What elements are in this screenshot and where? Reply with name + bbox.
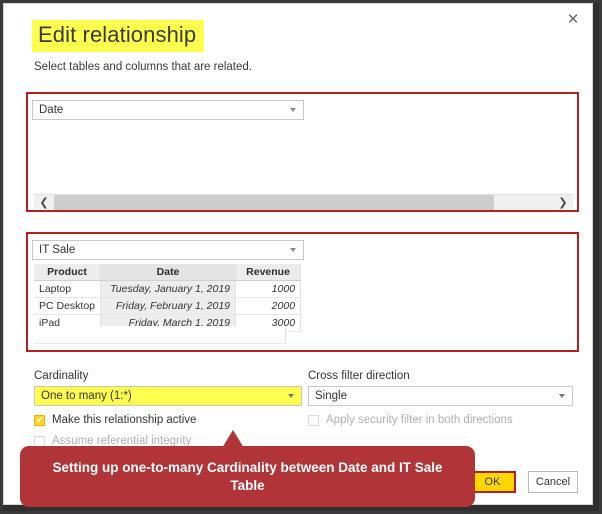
sale-table-empty-row (34, 326, 286, 344)
scrollbar-thumb[interactable] (54, 194, 494, 210)
apply-security-filter-label: Apply security filter in both directions (326, 414, 513, 426)
cancel-button[interactable]: Cancel (528, 471, 578, 493)
chevron-right-icon[interactable]: ❯ (553, 195, 573, 210)
cross-filter-select[interactable]: Single (308, 386, 573, 406)
table-header-row: Product Date Revenue (34, 264, 302, 281)
col-header-product: Product (34, 264, 102, 281)
page-title: Edit relationship (32, 20, 205, 52)
make-relationship-active-checkbox[interactable]: ✔ Make this relationship active (34, 414, 196, 426)
cardinality-label: Cardinality (34, 370, 89, 382)
date-table-select-value: Date (39, 104, 64, 116)
cardinality-select[interactable]: One to many (1:*) (34, 386, 302, 406)
ok-button[interactable]: OK (469, 471, 516, 493)
chevron-down-icon (559, 394, 565, 398)
date-table-select[interactable]: Date (32, 100, 304, 120)
annotation-callout: Setting up one-to-many Cardinality betwe… (20, 446, 475, 507)
cross-filter-label: Cross filter direction (308, 370, 410, 382)
close-icon[interactable]: ✕ (560, 8, 586, 30)
dialog-window: ✕ Edit relationship Select tables and co… (3, 3, 593, 505)
apply-security-filter-checkbox[interactable]: Apply security filter in both directions (308, 414, 513, 426)
table-row: Laptop Tuesday, January 1, 2019 1000 (34, 280, 302, 298)
cardinality-select-value: One to many (1:*) (41, 390, 132, 402)
cell-date: Friday, February 1, 2019 (100, 297, 237, 315)
sale-table: Product Date Revenue Laptop Tuesday, Jan… (34, 264, 302, 332)
window-shadow-right (593, 3, 599, 508)
sale-table-select[interactable]: IT Sale (32, 240, 304, 260)
checkbox-icon (34, 435, 45, 447)
close-glyph: ✕ (566, 9, 580, 28)
checkbox-icon (308, 414, 319, 426)
annotation-callout-text: Setting up one-to-many Cardinality betwe… (52, 459, 443, 493)
chevron-down-icon (288, 394, 294, 398)
make-relationship-active-label: Make this relationship active (52, 414, 197, 426)
date-grid-viewport: Date Year Name Quarter Name Month Number… (34, 124, 573, 192)
page-title-wrapper: Edit relationship (32, 20, 205, 52)
table-row: PC Desktop Friday, February 1, 2019 2000 (34, 297, 302, 315)
checkmark-icon: ✔ (34, 414, 45, 426)
date-table-horizontal-scrollbar[interactable]: ❮ ❯ (34, 194, 573, 210)
chevron-down-icon (290, 248, 296, 252)
dialog-subtitle: Select tables and columns that are relat… (34, 61, 252, 73)
cell-revenue: 2000 (235, 297, 302, 315)
cell-product: PC Desktop (34, 297, 102, 315)
callout-arrow (222, 430, 244, 448)
cell-product: Laptop (34, 280, 102, 298)
cell-revenue: 1000 (235, 280, 302, 298)
chevron-left-icon[interactable]: ❮ (34, 195, 54, 210)
chevron-down-icon (290, 108, 296, 112)
scrollbar-track[interactable] (494, 194, 553, 210)
col-header-revenue: Revenue (235, 264, 302, 281)
sale-table-select-value: IT Sale (39, 244, 76, 256)
col-header-date: Date (100, 264, 237, 281)
cross-filter-select-value: Single (315, 390, 347, 402)
cell-date: Tuesday, January 1, 2019 (100, 280, 237, 298)
